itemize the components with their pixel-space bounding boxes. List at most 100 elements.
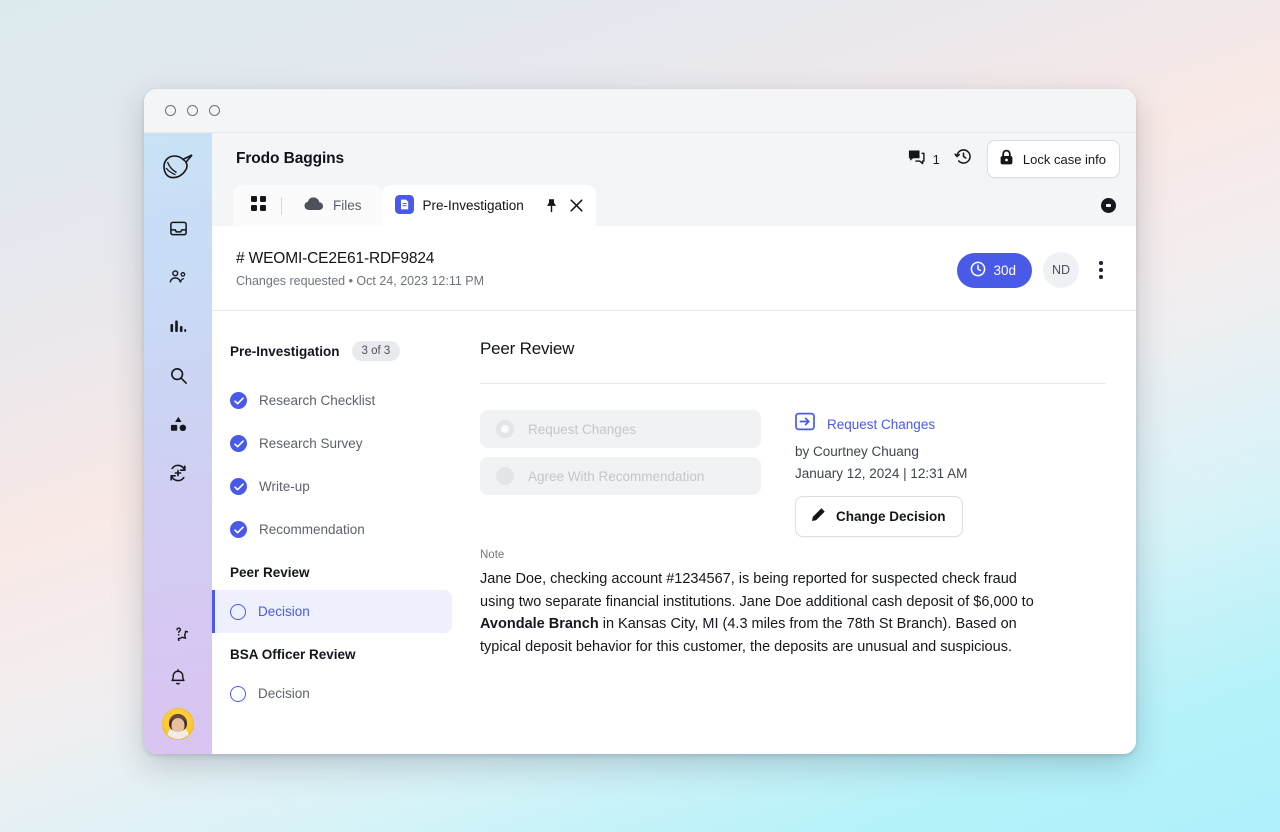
document-icon — [394, 194, 414, 217]
assignee-avatar[interactable]: ND — [1043, 252, 1079, 288]
case-topbar: Frodo Baggins 1 Lock case info — [212, 133, 1136, 185]
checklist-group-peer-review: Peer Review — [230, 565, 310, 580]
radio-selected-icon — [496, 420, 514, 438]
tab-divider — [281, 196, 282, 215]
close-icon[interactable] — [570, 199, 583, 212]
nav-notifications-icon[interactable] — [163, 662, 193, 692]
decision-author: by Courtney Chuang — [795, 444, 919, 459]
checklist-item-research-checklist[interactable]: Research Checklist — [212, 379, 452, 422]
check-icon — [230, 435, 247, 452]
case-header-text: # WEOMI-CE2E61-RDF9824 Changes requested… — [236, 250, 484, 288]
user-avatar[interactable] — [162, 708, 194, 740]
window-close-dot[interactable] — [165, 105, 176, 116]
radio-unselected-icon — [496, 467, 514, 485]
case-subject-name: Frodo Baggins — [236, 150, 345, 167]
nav-icon-list — [163, 213, 193, 488]
app-logo-bird-icon[interactable] — [158, 147, 198, 187]
checklist-item-peer-review-decision[interactable]: Decision — [212, 590, 452, 633]
checklist-item-recommendation[interactable]: Recommendation — [212, 508, 452, 551]
checklist-item-bsa-decision[interactable]: Decision — [212, 672, 452, 715]
tab-pre-investigation[interactable]: Pre-Investigation — [381, 185, 596, 226]
cloud-icon — [304, 197, 324, 214]
comments-button[interactable]: 1 — [907, 148, 940, 171]
decision-columns: Request Changes Agree With Recommendatio… — [480, 384, 1106, 537]
app-window: Frodo Baggins 1 Lock case info Files Pre… — [144, 89, 1136, 754]
grid-icon — [250, 195, 266, 216]
avatar-face — [171, 718, 185, 732]
comments-icon — [907, 148, 926, 171]
window-body: Frodo Baggins 1 Lock case info Files Pre… — [144, 133, 1136, 754]
note-label: Note — [480, 549, 505, 561]
checklist-progress-badge: 3 of 3 — [351, 341, 401, 361]
checklist-item-write-up[interactable]: Write-up — [212, 465, 452, 508]
option-label: Agree With Recommendation — [528, 468, 705, 484]
checklist-group-bsa-officer-review: BSA Officer Review — [230, 647, 356, 662]
check-icon — [230, 478, 247, 495]
decision-title[interactable]: Request Changes — [827, 417, 935, 432]
case-id: # WEOMI-CE2E61-RDF9824 — [236, 250, 435, 267]
case-header: # WEOMI-CE2E61-RDF9824 Changes requested… — [212, 226, 1136, 311]
checklist-header: Pre-Investigation 3 of 3 — [212, 341, 452, 361]
note-part-1: Jane Doe, checking account #1234567, is … — [480, 571, 1034, 610]
checklist-title: Pre-Investigation — [230, 343, 340, 359]
checklist-item-label: Research Survey — [259, 436, 363, 451]
panel-title: Peer Review — [480, 339, 575, 358]
nav-inbox-icon[interactable] — [163, 213, 193, 243]
peer-review-panel: Peer Review Request Changes Agree With R… — [452, 311, 1136, 754]
checklist-item-label: Research Checklist — [259, 393, 376, 408]
change-decision-label: Change Decision — [836, 509, 946, 524]
case-header-actions: 30d ND — [957, 250, 1112, 288]
pencil-icon — [810, 507, 826, 526]
sla-label: 30d — [993, 262, 1016, 278]
decision-heading: Request Changes — [795, 412, 1106, 436]
nav-help-icon[interactable] — [163, 616, 193, 646]
tab-files-label: Files — [333, 198, 362, 213]
window-maximize-dot[interactable] — [209, 105, 220, 116]
topbar-actions: 1 Lock case info — [907, 140, 1120, 178]
tab-pre-investigation-label: Pre-Investigation — [422, 198, 524, 213]
kebab-menu-icon[interactable] — [1090, 255, 1112, 285]
nav-people-icon[interactable] — [163, 262, 193, 292]
checklist-item-label: Write-up — [259, 479, 310, 494]
lock-icon — [999, 149, 1014, 169]
window-minimize-dot[interactable] — [187, 105, 198, 116]
lock-case-info-label: Lock case info — [1022, 151, 1106, 167]
checklist-item-label: Decision — [258, 604, 310, 619]
nav-refresh-add-icon[interactable] — [163, 458, 193, 488]
case-status-line: Changes requested • Oct 24, 2023 12:11 P… — [236, 274, 485, 288]
decision-summary: Request Changes by Courtney Chuang Janua… — [795, 410, 1106, 537]
comments-count: 1 — [932, 151, 940, 167]
checklist-item-label: Decision — [258, 686, 310, 701]
checklist-item-label: Recommendation — [259, 522, 365, 537]
option-agree-with-recommendation: Agree With Recommendation — [480, 457, 761, 495]
option-label: Request Changes — [528, 421, 637, 437]
lock-case-info-button[interactable]: Lock case info — [986, 140, 1120, 178]
change-decision-button[interactable]: Change Decision — [795, 496, 963, 537]
nav-search-icon[interactable] — [163, 360, 193, 390]
note-section: Note Jane Doe, checking account #1234567… — [480, 537, 1106, 658]
sla-badge[interactable]: 30d — [957, 252, 1032, 288]
nav-analytics-icon[interactable] — [163, 311, 193, 341]
case-main: Pre-Investigation 3 of 3 Research Checkl… — [212, 311, 1136, 754]
check-icon — [230, 521, 247, 538]
radio-icon — [230, 603, 246, 620]
history-button[interactable] — [954, 147, 973, 171]
clock-icon — [970, 261, 986, 280]
window-titlebar — [144, 89, 1136, 133]
tab-files[interactable]: Files — [290, 185, 376, 226]
checklist-item-research-survey[interactable]: Research Survey — [212, 422, 452, 465]
note-body: Jane Doe, checking account #1234567, is … — [480, 568, 1055, 658]
radio-icon — [230, 685, 246, 702]
primary-nav-rail — [144, 133, 212, 754]
tab-group-inactive: Files — [233, 185, 382, 226]
request-changes-icon — [795, 412, 816, 436]
decision-timestamp: January 12, 2024 | 12:31 AM — [795, 466, 968, 481]
apps-grid-button[interactable] — [243, 191, 273, 221]
status-dot-icon[interactable] — [1101, 198, 1116, 213]
nav-shapes-icon[interactable] — [163, 409, 193, 439]
pin-icon[interactable] — [545, 198, 558, 213]
note-branch-name: Avondale Branch — [480, 616, 599, 633]
tab-strip: Files Pre-Investigation — [212, 185, 1136, 226]
decision-options: Request Changes Agree With Recommendatio… — [480, 410, 761, 537]
option-request-changes: Request Changes — [480, 410, 761, 448]
